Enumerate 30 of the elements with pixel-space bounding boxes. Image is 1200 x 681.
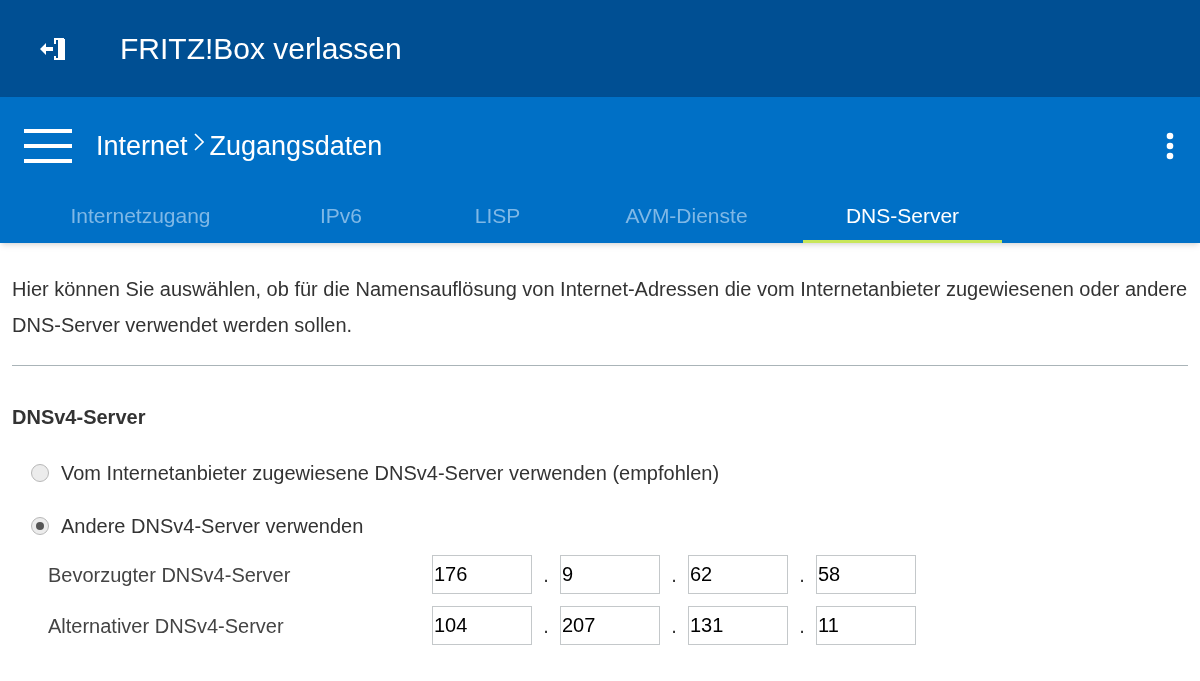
ip-octet-field[interactable]: 207 [560,606,660,645]
radio-button[interactable] [31,464,49,482]
breadcrumb-item[interactable]: Zugangsdaten [209,125,383,167]
ip-octet-field[interactable]: 11 [816,606,916,645]
ip-octet-field[interactable]: 9 [560,555,660,594]
more-options-icon[interactable] [1166,132,1174,160]
field-label: Bevorzugter DNSv4-Server [48,562,292,588]
breadcrumb-item[interactable]: Internet [96,125,188,167]
chevron-right-icon [193,133,204,151]
separator-dot: . [670,613,678,639]
field-label: Alternativer DNSv4-Server [48,613,285,639]
ip-octet-field[interactable]: 58 [816,555,916,594]
separator-dot: . [542,613,550,639]
separator-dot: . [798,562,806,588]
menu-icon[interactable] [24,127,72,165]
ip-octet-field[interactable]: 104 [432,606,532,645]
ip-octet-field[interactable]: 131 [688,606,788,645]
tab[interactable]: DNS-Server [803,195,1002,243]
separator-dot: . [542,562,550,588]
section-heading: DNSv4-Server [12,405,147,430]
ip-octet-field[interactable]: 62 [688,555,788,594]
app-title[interactable]: FRITZ!Box verlassen [120,26,402,71]
separator-dot: . [670,562,678,588]
description-text: Hier können Sie auswählen, ob für die Namensauflösung von Internet-Adressen die vom Internetanbieter zugewiesenen oder andere DNS-Server verwendet werden sollen. [12,277,1188,338]
ip-octet-field[interactable]: 176 [432,555,532,594]
radio-label[interactable]: Vom Internetanbieter zugewiesene DNSv4-Server verwenden (empfohlen) [61,458,720,488]
radio-label[interactable]: Andere DNSv4-Server verwenden [61,511,364,541]
radio-button[interactable] [31,517,49,535]
exit-door-icon[interactable] [38,35,68,62]
separator-dot: . [798,613,806,639]
